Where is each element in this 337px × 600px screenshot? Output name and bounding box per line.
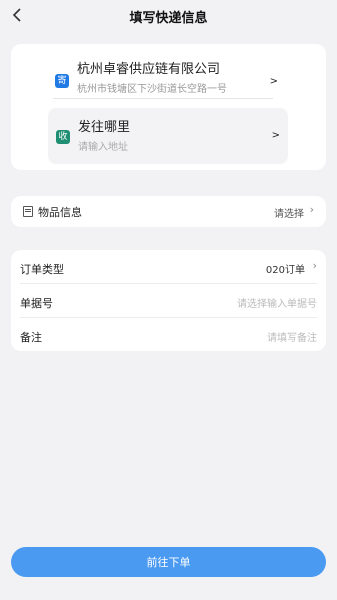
submit-order-button[interactable]: 前往下单 [11, 547, 326, 577]
order-card: 订单类型 020订单 › 单据号 请选择输入单据号 备注 请填写备注 [11, 250, 326, 351]
order-type-value[interactable]: 020订单 [266, 261, 305, 276]
sender-badge: 寄 [55, 74, 69, 88]
doc-number-label: 单据号 [20, 297, 53, 310]
goods-select-value[interactable]: 请选择 [274, 205, 304, 220]
receiver-address-placeholder[interactable]: 请输入地址 [78, 138, 128, 153]
receiver-title: 发往哪里 [78, 120, 131, 135]
receiver-arrow-icon: > [271, 130, 280, 141]
order-type-row[interactable]: 订单类型 020订单 › [20, 250, 317, 284]
chevron-right-icon: › [312, 259, 317, 272]
list-icon [23, 206, 33, 217]
remark-row[interactable]: 备注 请填写备注 [20, 318, 317, 351]
chevron-right-icon: › [309, 203, 314, 216]
sender-arrow-icon[interactable]: > [270, 76, 278, 87]
page-title: 填写快递信息 [129, 11, 208, 26]
header: 填写快递信息 [0, 0, 337, 34]
remark-input[interactable]: 请填写备注 [267, 329, 317, 344]
receiver-badge: 收 [56, 130, 70, 144]
sender-row[interactable]: 寄 杭州卓睿供应链有限公司 杭州市钱塘区下沙街道长空路一号 [53, 58, 273, 99]
receiver-row[interactable]: 收 发往哪里 请输入地址 > [48, 108, 288, 164]
sender-address: 杭州市钱塘区下沙街道长空路一号 [77, 84, 227, 95]
address-card: 寄 杭州卓睿供应链有限公司 杭州市钱塘区下沙街道长空路一号 > 收 发往哪里 请… [11, 44, 326, 170]
goods-label: 物品信息 [38, 206, 82, 219]
goods-info-row[interactable]: 物品信息 请选择 › [11, 196, 326, 227]
remark-label: 备注 [20, 331, 42, 344]
order-type-label: 订单类型 [20, 263, 64, 276]
doc-number-input[interactable]: 请选择输入单据号 [237, 295, 317, 310]
doc-number-row[interactable]: 单据号 请选择输入单据号 [20, 284, 317, 318]
sender-name: 杭州卓睿供应链有限公司 [77, 62, 221, 77]
